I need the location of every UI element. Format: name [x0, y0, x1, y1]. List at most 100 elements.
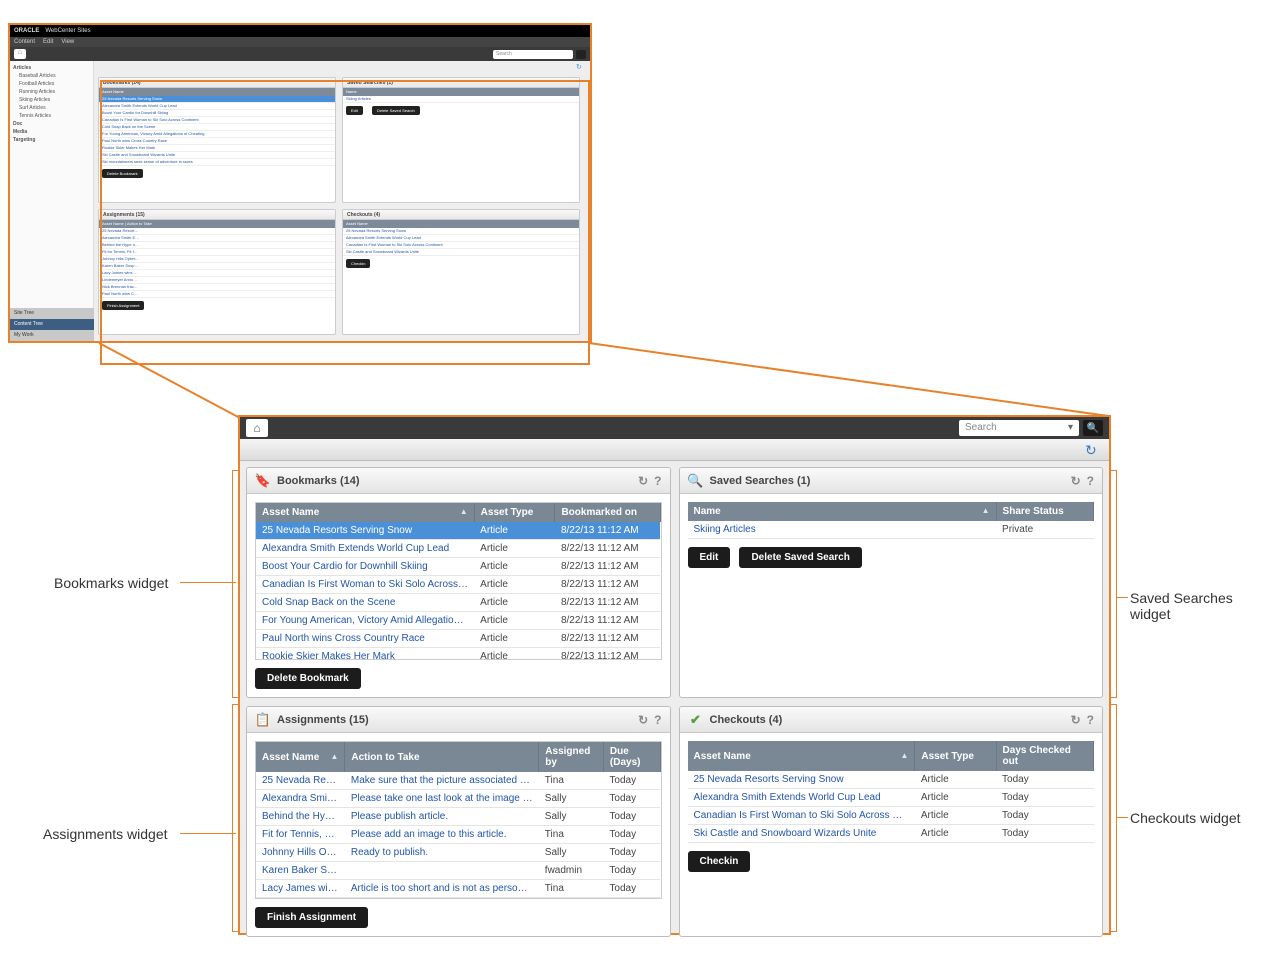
table-row[interactable]: Paul North wins Cross Country RaceArticl… [256, 630, 660, 648]
refresh-icon[interactable]: ↻ [1071, 713, 1081, 727]
chevron-down-icon[interactable]: ▾ [1068, 421, 1073, 435]
mini-row[interactable]: 25 Nevada Resort… [99, 228, 335, 235]
tree-targeting[interactable]: Targeting [13, 136, 90, 144]
menu-edit[interactable]: Edit [43, 39, 53, 45]
table-row[interactable]: Ski Castle and Snowboard Wizards UniteAr… [688, 825, 1094, 843]
cell[interactable]: Lacy James wins … [256, 880, 345, 898]
delete-bookmark-button[interactable]: Delete Bookmark [255, 668, 361, 689]
col-asset-name[interactable]: Asset Name▲ [256, 742, 345, 772]
tree-item[interactable]: Tennis Articles [13, 112, 90, 120]
tab-content-tree[interactable]: Content Tree [10, 319, 94, 330]
mini-row[interactable]: Fit for Tennis, Fit f… [99, 249, 335, 256]
cell[interactable]: Please add an image to this article. [345, 826, 539, 844]
mini-row[interactable]: Alexandra Smith E… [99, 235, 335, 242]
help-icon[interactable]: ? [1087, 474, 1094, 488]
cell[interactable]: Lindemeyer Anno… [256, 898, 345, 900]
thumb-search-button[interactable] [576, 50, 586, 59]
tab-site-tree[interactable]: Site Tree [10, 308, 94, 319]
tree-articles[interactable]: Articles [13, 64, 90, 72]
refresh-icon[interactable]: ↻ [638, 474, 648, 488]
tree-item[interactable]: Skiing Articles [13, 96, 90, 104]
table-row[interactable]: Fit for Tennis, Fit f…Please add an imag… [256, 826, 660, 844]
table-row[interactable]: 25 Nevada Resort…Make sure that the pict… [256, 772, 660, 790]
cell[interactable]: 25 Nevada Resorts Serving Snow [688, 771, 915, 789]
thumb-search-input[interactable]: Search [493, 50, 573, 59]
cell[interactable]: Article is too short and is not as perso… [345, 880, 539, 898]
col-asset-name[interactable]: Asset Name▲ [688, 741, 915, 771]
cell[interactable]: Ski Castle and Snowboard Wizards Unite [688, 825, 915, 843]
mini-row[interactable]: Skiing Articles [343, 96, 579, 103]
tree-item[interactable]: Running Articles [13, 88, 90, 96]
mini-row[interactable]: 25 Nevada Resorts Serving Snow [343, 228, 579, 235]
cell[interactable]: Rookie Skier Makes Her Mark [256, 648, 474, 661]
cell[interactable]: Paul North wins Cross Country Race [256, 630, 474, 648]
table-row[interactable]: 25 Nevada Resorts Serving SnowArticle8/2… [256, 522, 660, 540]
cell[interactable]: Make sure that the picture associated wi… [345, 772, 539, 790]
mini-row[interactable]: Alexandra Smith Extends World Cup Lead [99, 103, 335, 110]
table-row[interactable]: Cold Snap Back on the SceneArticle8/22/1… [256, 594, 660, 612]
table-row[interactable]: Johnny Hills Optmi…Ready to publish.Sall… [256, 844, 660, 862]
refresh-icon[interactable]: ↻ [576, 63, 586, 73]
menu-content[interactable]: Content [14, 39, 35, 45]
cell[interactable]: For Young American, Victory Amid Allegat… [256, 612, 474, 630]
cell[interactable]: Cold Snap Back on the Scene [256, 594, 474, 612]
cell[interactable]: Skiing Articles [688, 521, 997, 539]
mini-row[interactable]: Nick Brennan frac… [99, 284, 335, 291]
help-icon[interactable]: ? [654, 713, 661, 727]
tree-item[interactable]: Surf Articles [13, 104, 90, 112]
cell[interactable]: Canadian Is First Woman to Ski Solo Acro… [256, 576, 474, 594]
cell[interactable]: Fit for Tennis, Fit f… [256, 826, 345, 844]
mini-row[interactable]: Alexandra Smith Extends World Cup Lead [343, 235, 579, 242]
search-input[interactable]: Search▾ [959, 420, 1079, 436]
cell[interactable] [345, 862, 539, 880]
cell[interactable]: Alexandra Smith Extends World Cup Lead [256, 540, 474, 558]
checkin-button[interactable]: Checkin [688, 851, 751, 872]
mini-row[interactable]: Lacy James wins … [99, 270, 335, 277]
mini-row[interactable]: Lindemeyer Anno… [99, 277, 335, 284]
col-action[interactable]: Action to Take [345, 742, 539, 772]
menu-view[interactable]: View [61, 39, 74, 45]
mini-row[interactable]: Cold Snap Back on the Scene [99, 124, 335, 131]
mini-row[interactable]: Rookie Skier Makes Her Mark [99, 145, 335, 152]
refresh-icon[interactable]: ↻ [638, 713, 648, 727]
cell[interactable]: Boost Your Cardio for Downhill Skiing [256, 558, 474, 576]
table-row[interactable]: Behind the Hype o…Please publish article… [256, 808, 660, 826]
cell[interactable]: 25 Nevada Resort… [256, 772, 345, 790]
mini-row[interactable]: Ski Castle and Snowboard Wizards Unite [99, 152, 335, 159]
mini-edit[interactable]: Edit [346, 106, 363, 115]
help-icon[interactable]: ? [1087, 713, 1094, 727]
cell[interactable]: Behind the Hype o… [256, 808, 345, 826]
table-row[interactable]: Lindemeyer Anno…Please review and send t… [256, 898, 660, 900]
col-due[interactable]: Due (Days) [603, 742, 660, 772]
table-row[interactable]: Rookie Skier Makes Her MarkArticle8/22/1… [256, 648, 660, 661]
mini-row[interactable]: Behind the Hype o… [99, 242, 335, 249]
col-asset-type[interactable]: Asset Type [915, 741, 996, 771]
table-row[interactable]: Alexandra Smith E…Please take one last l… [256, 790, 660, 808]
col-asset-name[interactable]: Asset Name▲ [256, 503, 474, 522]
col-assigned-by[interactable]: Assigned by [539, 742, 604, 772]
tree-item[interactable]: Football Articles [13, 80, 90, 88]
help-icon[interactable]: ? [654, 474, 661, 488]
cell[interactable]: Please take one last look at the image b… [345, 790, 539, 808]
mini-row[interactable]: Canadian Is First Woman to Ski Solo Acro… [99, 117, 335, 124]
col-name[interactable]: Name▲ [688, 502, 997, 521]
mini-delete-bookmark[interactable]: Delete Bookmark [102, 169, 143, 178]
col-asset-type[interactable]: Asset Type [474, 503, 555, 522]
mini-finish[interactable]: Finish Assignment [102, 301, 144, 310]
table-row[interactable]: Canadian Is First Woman to Ski Solo Acro… [688, 807, 1094, 825]
cell[interactable]: 25 Nevada Resorts Serving Snow [256, 522, 474, 540]
cell[interactable]: Please review and send to Editor for pub… [345, 898, 539, 900]
table-row[interactable]: Karen Baker Susp…fwadminToday [256, 862, 660, 880]
col-bookmarked-on[interactable]: Bookmarked on [555, 503, 660, 522]
mini-row[interactable]: Ski Castle and Snowboard Wizards Unite [343, 249, 579, 256]
mini-row[interactable]: Johnny Hills Optmi… [99, 256, 335, 263]
home-button[interactable]: ⌂ [246, 419, 268, 437]
finish-assignment-button[interactable]: Finish Assignment [255, 907, 368, 928]
cell[interactable]: Canadian Is First Woman to Ski Solo Acro… [688, 807, 915, 825]
cell[interactable]: Ready to publish. [345, 844, 539, 862]
mini-row[interactable]: Boost Your Cardio for Downhill Skiing [99, 110, 335, 117]
table-row[interactable]: 25 Nevada Resorts Serving SnowArticleTod… [688, 771, 1094, 789]
table-row[interactable]: For Young American, Victory Amid Allegat… [256, 612, 660, 630]
tree-doc[interactable]: Doc [13, 120, 90, 128]
mini-row[interactable]: Canadian Is First Woman to Ski Solo Acro… [343, 242, 579, 249]
